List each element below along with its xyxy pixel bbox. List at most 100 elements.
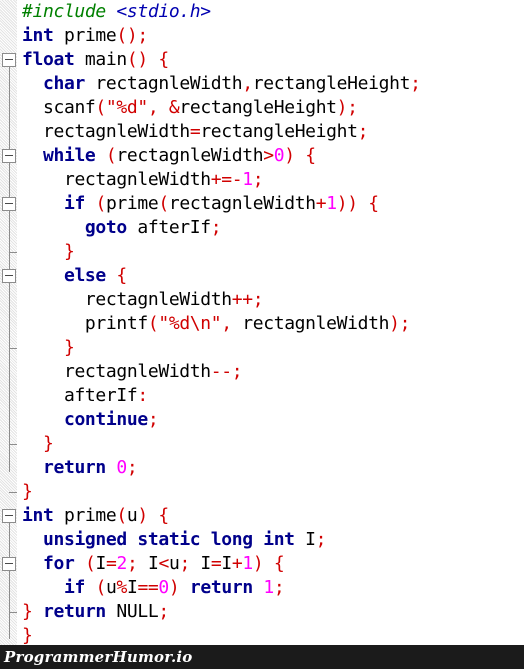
- token-op: ;: [179, 553, 201, 574]
- code-line[interactable]: else {: [22, 264, 524, 288]
- code-line[interactable]: if (prime(rectagnleWidth+1)) {: [22, 192, 524, 216]
- token-op: ;: [315, 529, 327, 550]
- token-str: "%d": [105, 97, 148, 118]
- token-id: u: [105, 577, 117, 598]
- token-op: {: [158, 49, 169, 70]
- fold-spine: [9, 567, 10, 639]
- token-op: ,: [147, 97, 169, 118]
- code-line[interactable]: }: [22, 240, 524, 264]
- token-op: {: [116, 265, 127, 286]
- token-op: <: [158, 553, 169, 574]
- fold-spine: [9, 303, 10, 351]
- token-kw: goto: [84, 217, 127, 238]
- code-line[interactable]: if (u%I==0) return 1;: [22, 576, 524, 600]
- token-op: (: [147, 313, 159, 334]
- token-op: }: [63, 241, 75, 262]
- code-line[interactable]: }: [22, 480, 524, 504]
- watermark-bar: ProgrammerHumor.io: [0, 645, 524, 669]
- token-op: ;: [231, 361, 243, 382]
- fold-collapse-box[interactable]: [2, 149, 16, 163]
- token-kw: if: [63, 193, 85, 214]
- token-op: ,: [242, 73, 253, 94]
- token-op: ;: [252, 169, 264, 190]
- token-op: :: [137, 385, 148, 406]
- token-id: rectagnleWidth: [116, 145, 264, 166]
- token-id: [148, 49, 159, 70]
- code-line[interactable]: }: [22, 336, 524, 360]
- token-op: ): [252, 553, 264, 574]
- code-line[interactable]: rectagnleWidth++;: [22, 288, 524, 312]
- token-op: }: [42, 433, 54, 454]
- token-op: (: [95, 193, 106, 214]
- token-id: prime: [105, 193, 159, 214]
- token-kw: char: [42, 73, 85, 94]
- code-line[interactable]: char rectagnleWidth,rectangleHeight;: [22, 72, 524, 96]
- token-id: I: [294, 529, 316, 550]
- code-line[interactable]: while (rectagnleWidth>0) {: [22, 144, 524, 168]
- token-op: =: [189, 121, 201, 142]
- token-op: (: [158, 193, 169, 214]
- token-id: [74, 553, 85, 574]
- token-op: ,: [221, 313, 243, 334]
- code-line[interactable]: scanf("%d", &rectangleHeight);: [22, 96, 524, 120]
- code-line[interactable]: unsigned static long int I;: [22, 528, 524, 552]
- token-op: +: [231, 553, 243, 574]
- code-line[interactable]: float main() {: [22, 48, 524, 72]
- token-id: [95, 145, 106, 166]
- fold-collapse-box[interactable]: [2, 557, 16, 571]
- token-num: 0: [273, 145, 285, 166]
- code-line[interactable]: int prime();: [22, 24, 524, 48]
- token-inc: <stdio.h>: [116, 1, 211, 22]
- token-op: {: [273, 553, 285, 574]
- code-line[interactable]: rectagnleWidth--;: [22, 360, 524, 384]
- token-id: [85, 193, 96, 214]
- code-line[interactable]: }: [22, 432, 524, 456]
- token-op: ): [284, 145, 295, 166]
- fold-collapse-box[interactable]: [2, 509, 16, 523]
- code-line[interactable]: return 0;: [22, 456, 524, 480]
- code-editor[interactable]: #include <stdio.h> int prime(); float main…: [0, 0, 524, 645]
- token-op: ): [336, 97, 348, 118]
- token-op: =: [105, 553, 117, 574]
- code-line[interactable]: continue;: [22, 408, 524, 432]
- token-pre: #include: [22, 1, 117, 22]
- token-op: ;: [410, 73, 421, 94]
- code-line[interactable]: rectagnleWidth+=-1;: [22, 168, 524, 192]
- code-line[interactable]: rectagnleWidth=rectangleHeight;: [22, 120, 524, 144]
- token-num: 0: [116, 457, 127, 478]
- token-op: (: [95, 97, 106, 118]
- code-line[interactable]: } return NULL;: [22, 600, 524, 624]
- token-num: 1: [242, 169, 253, 190]
- code-line[interactable]: int prime(u) {: [22, 504, 524, 528]
- token-kw: float: [22, 49, 75, 70]
- code-line[interactable]: for (I=2; I<u; I=I+1) {: [22, 552, 524, 576]
- fold-collapse-box[interactable]: [2, 53, 16, 67]
- token-id: prime: [53, 25, 117, 46]
- token-op: ): [137, 505, 148, 526]
- code-line[interactable]: printf("%d\n", rectagnleWidth);: [22, 312, 524, 336]
- token-id: rectagnleWidth: [168, 193, 316, 214]
- token-id: rectagnleWidth: [242, 313, 390, 334]
- token-id: I: [126, 577, 138, 598]
- code-content[interactable]: #include <stdio.h> int prime(); float main…: [22, 0, 524, 645]
- code-line[interactable]: #include <stdio.h>: [22, 0, 524, 24]
- fold-collapse-box[interactable]: [2, 269, 16, 283]
- token-kw: continue: [63, 409, 148, 430]
- fold-end-tick: [9, 252, 17, 253]
- token-str: "%d\n": [158, 313, 222, 334]
- token-id: rectangleHeight: [179, 97, 337, 118]
- code-line[interactable]: afterIf:: [22, 384, 524, 408]
- token-op: (: [105, 145, 117, 166]
- fold-collapse-box[interactable]: [2, 197, 16, 211]
- code-line[interactable]: }: [22, 624, 524, 645]
- token-op: &: [168, 97, 180, 118]
- code-line[interactable]: goto afterIf;: [22, 216, 524, 240]
